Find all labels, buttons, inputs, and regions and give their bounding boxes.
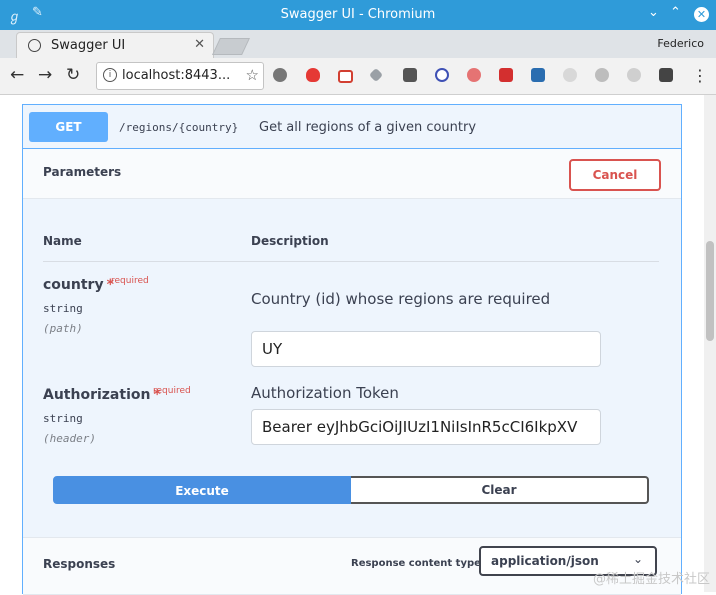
param-authorization-location: (header) — [43, 432, 96, 445]
extension-s-icon[interactable] — [531, 68, 545, 82]
browser-toolbar: ← → ↻ i localhost:8443... ☆ ⋮ — [0, 58, 716, 95]
close-tab-icon[interactable]: ✕ — [194, 37, 205, 52]
param-country-location: (path) — [43, 322, 83, 335]
chevron-down-icon: ⌄ — [632, 552, 643, 566]
forward-arrow-icon[interactable]: → — [38, 65, 52, 85]
extension-record-icon[interactable] — [467, 68, 481, 82]
react-devtools-icon[interactable] — [435, 68, 449, 82]
clear-button[interactable]: Clear — [351, 476, 649, 504]
minimize-icon[interactable]: ⌄ — [648, 5, 659, 20]
response-content-type-label: Response content type — [351, 558, 481, 569]
action-buttons: Execute Clear — [53, 476, 649, 504]
google-icon[interactable] — [563, 68, 577, 82]
cors-icon[interactable] — [499, 68, 513, 82]
maximize-icon[interactable]: ⌃ — [670, 5, 681, 20]
cancel-button[interactable]: Cancel — [569, 159, 661, 191]
profile-name[interactable]: Federico — [657, 37, 704, 50]
param-authorization-name: Authorization * — [43, 387, 161, 403]
selected-content-type: application/json — [491, 554, 599, 568]
extension-gear-icon[interactable] — [273, 68, 287, 82]
parameters-heading: Parameters — [43, 165, 122, 179]
param-authorization-type: string — [43, 412, 83, 425]
extension-bike-icon[interactable] — [595, 68, 609, 82]
param-name-text: country — [43, 277, 104, 293]
column-description-header: Description — [251, 234, 329, 248]
operation-summary-text: Get all regions of a given country — [259, 120, 477, 135]
extension-cube-icon[interactable] — [659, 68, 673, 82]
authorization-input[interactable]: Bearer eyJhbGciOiJIUzI1NiIsInR5cCI6IkpXV — [251, 409, 601, 445]
extension-clock-icon[interactable] — [627, 68, 641, 82]
menu-kebab-icon[interactable]: ⋮ — [692, 66, 708, 85]
column-name-header: Name — [43, 234, 82, 248]
operation-block: GET /regions/{country} Get all regions o… — [22, 104, 682, 595]
extension-box-icon[interactable] — [403, 68, 417, 82]
close-window-icon[interactable]: ✕ — [694, 7, 709, 22]
tab-swagger-ui[interactable]: Swagger UI ✕ — [16, 32, 214, 59]
new-tab-button[interactable] — [212, 38, 250, 55]
method-badge: GET — [29, 112, 108, 142]
watermark-text: @稀土掘金技术社区 — [592, 572, 710, 587]
extension-shield-icon[interactable] — [306, 68, 320, 82]
dropbox-icon[interactable] — [368, 67, 384, 83]
back-arrow-icon[interactable]: ← — [10, 65, 24, 85]
responses-header: Responses Response content type applicat… — [23, 537, 681, 595]
operation-path: /regions/{country} — [119, 121, 239, 134]
required-label: required — [111, 276, 149, 286]
bookmark-star-icon[interactable]: ☆ — [246, 66, 259, 84]
window-title: Swagger UI - Chromium — [280, 7, 436, 22]
param-authorization-description: Authorization Token — [251, 384, 399, 402]
info-icon[interactable]: i — [103, 68, 117, 82]
param-name-text: Authorization — [43, 387, 151, 403]
reload-icon[interactable]: ↻ — [66, 65, 80, 85]
url-text[interactable]: localhost:8443... — [122, 68, 230, 83]
page-scrollbar[interactable] — [704, 95, 716, 592]
tab-strip: Swagger UI ✕ Federico — [0, 30, 716, 59]
operation-summary[interactable]: GET /regions/{country} Get all regions o… — [23, 105, 681, 149]
country-input[interactable]: UY — [251, 331, 601, 367]
parameters-header: Parameters Cancel — [23, 149, 681, 199]
address-bar[interactable]: i localhost:8443... ☆ — [96, 62, 264, 90]
param-country-type: string — [43, 302, 83, 315]
scrollbar-thumb[interactable] — [706, 241, 714, 341]
responses-heading: Responses — [43, 557, 116, 571]
execute-button[interactable]: Execute — [53, 476, 351, 504]
gmail-icon[interactable] — [338, 70, 353, 83]
header-divider — [43, 261, 659, 262]
window-title-bar: ℊ ✎ Swagger UI - Chromium ⌄ ⌃ ✕ — [0, 0, 716, 30]
param-country-name: country * — [43, 277, 114, 293]
tab-label: Swagger UI — [51, 38, 126, 53]
param-country-description: Country (id) whose regions are required — [251, 290, 551, 308]
required-label: required — [153, 386, 191, 396]
globe-icon — [28, 39, 41, 52]
